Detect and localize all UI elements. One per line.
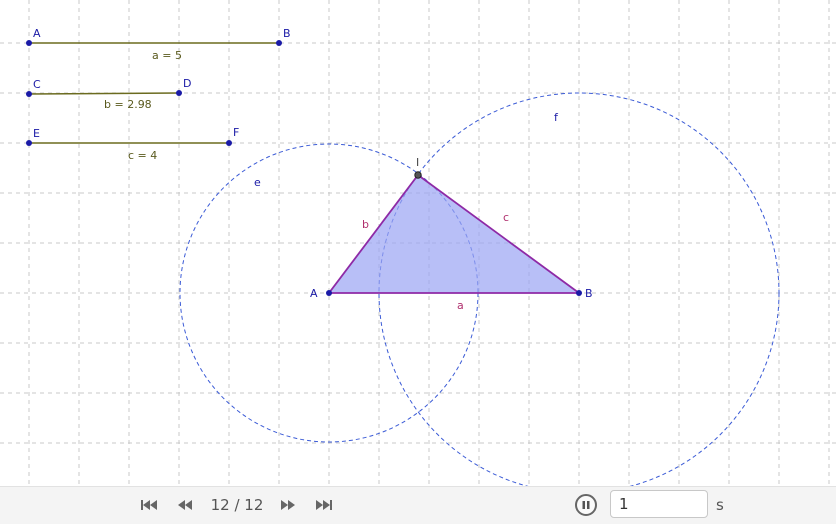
segment-value-label: a = 5 [152,49,182,62]
geometry-canvas[interactable]: A B a = 5 C D b = 2.98 E F c = 4 e f b c… [0,0,836,486]
speed-input[interactable] [610,490,708,518]
vertex-a[interactable] [326,290,332,296]
point-label: A [33,27,41,40]
vertex-i[interactable] [414,171,422,179]
skip-to-end-icon [316,500,332,510]
point-a-end[interactable] [276,40,282,46]
segment-value-label: b = 2.98 [104,98,152,111]
side-label-b: b [362,218,369,231]
point-label: D [183,77,191,90]
fast-forward-icon [281,500,295,510]
triangle[interactable] [327,173,582,294]
vertex-label: A [310,287,318,300]
point-d[interactable] [176,90,182,96]
first-step-button[interactable] [137,495,161,515]
side-label-c: c [503,211,509,224]
rewind-icon [178,500,192,510]
point-label: B [283,27,291,40]
pause-icon [582,501,590,509]
side-label-a: a [457,299,464,312]
skip-to-start-icon [141,500,157,510]
step-counter: 12 / 12 [210,496,264,514]
point-label: E [33,127,40,140]
vertex-label: I [416,156,419,169]
previous-step-button[interactable] [173,495,197,515]
circle-label: f [554,111,559,124]
pause-button[interactable] [575,494,597,516]
next-step-button[interactable] [276,495,300,515]
speed-unit-label: s [716,496,724,514]
point-e[interactable] [26,140,32,146]
point-c[interactable] [26,91,32,97]
vertex-b[interactable] [576,290,582,296]
circle-label: e [254,176,261,189]
point-f[interactable] [226,140,232,146]
point-a-start[interactable] [26,40,32,46]
point-label: F [233,126,239,139]
segment-value-label: c = 4 [128,149,157,162]
vertex-label: B [585,287,593,300]
segment-a[interactable]: A B a = 5 [26,27,291,62]
last-step-button[interactable] [312,495,336,515]
point-label: C [33,78,41,91]
segment-b[interactable]: C D b = 2.98 [26,77,191,111]
playback-toolbar: 12 / 12 s [0,486,836,524]
segment-c[interactable]: E F c = 4 [26,126,239,162]
